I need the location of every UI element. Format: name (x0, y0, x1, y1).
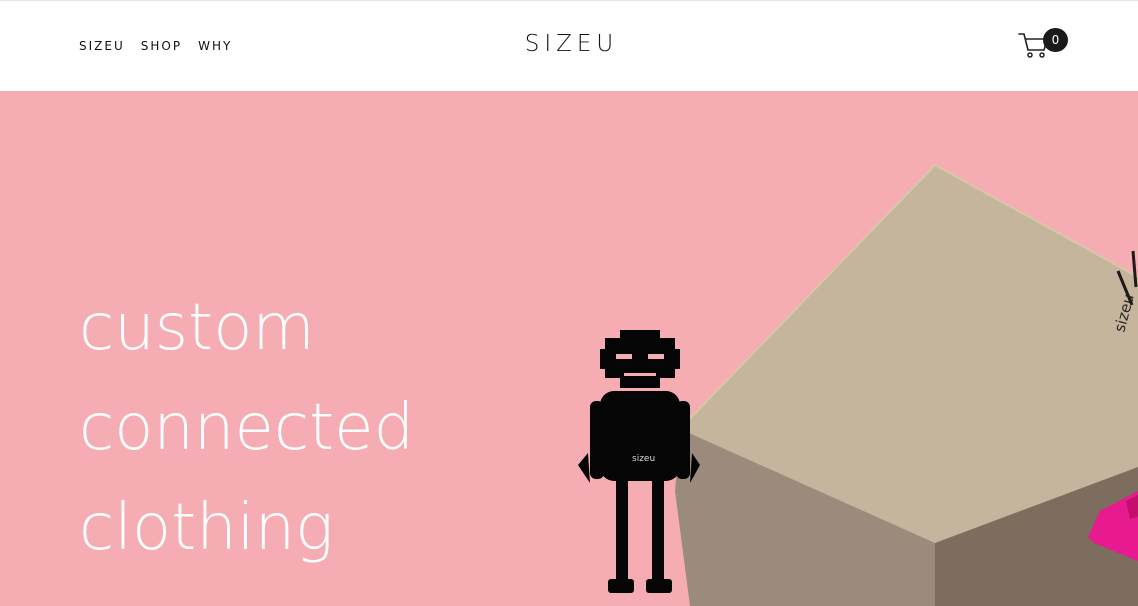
hero-banner: sizeu sizeu custom connected clothing (0, 91, 1138, 606)
cart-button[interactable]: 0 (1018, 28, 1070, 62)
hero-headline: custom connected clothing (79, 278, 414, 578)
headline-line-3: clothing (79, 491, 334, 565)
headline-line-2: connected (79, 391, 415, 465)
page: SIZEU SHOP WHY SIZEU 0 sizeu sizeu custo… (0, 0, 1138, 606)
headline-line-1: custom (79, 291, 315, 365)
robot-chest-text: sizeu (632, 454, 655, 464)
cart-count-badge: 0 (1043, 28, 1068, 52)
site-header: SIZEU SHOP WHY SIZEU 0 (0, 0, 1138, 91)
site-logo[interactable]: SIZEU (0, 31, 1138, 57)
